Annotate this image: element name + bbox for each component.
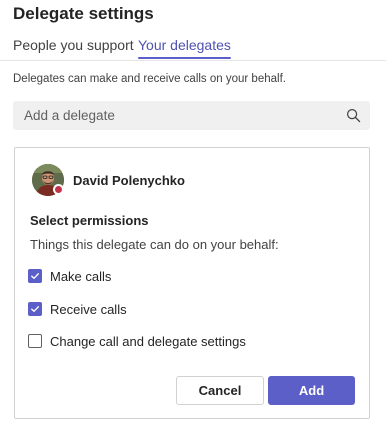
permission-change-settings[interactable]: Change call and delegate settings: [28, 332, 246, 350]
permission-receive-calls[interactable]: Receive calls: [28, 300, 127, 318]
delegate-name: David Polenychko: [73, 173, 185, 188]
delegate-card: David Polenychko Select permissions Thin…: [14, 147, 370, 419]
tab-your-delegates[interactable]: Your delegates: [138, 37, 231, 59]
checkbox-receive-calls[interactable]: [28, 302, 42, 316]
add-delegate-search: [13, 101, 370, 130]
checkmark-icon: [31, 306, 39, 312]
permission-label: Make calls: [50, 268, 112, 284]
description-text: Delegates can make and receive calls on …: [13, 73, 286, 85]
add-button[interactable]: Add: [268, 376, 355, 405]
permission-make-calls[interactable]: Make calls: [28, 267, 111, 285]
tabs-divider: [0, 60, 386, 61]
checkbox-change-settings[interactable]: [28, 334, 42, 348]
page-title: Delegate settings: [13, 4, 154, 23]
checkmark-icon: [31, 273, 39, 279]
search-icon[interactable]: [346, 108, 361, 123]
permissions-heading: Select permissions: [30, 213, 149, 228]
cancel-button[interactable]: Cancel: [176, 376, 264, 405]
permissions-subtitle: Things this delegate can do on your beha…: [30, 237, 279, 252]
presence-busy-indicator: [53, 184, 64, 195]
checkbox-make-calls[interactable]: [28, 269, 42, 283]
tab-people-you-support[interactable]: People you support: [13, 37, 134, 53]
permission-label: Receive calls: [50, 301, 127, 317]
add-delegate-input[interactable]: [13, 101, 370, 130]
permission-label: Change call and delegate settings: [50, 333, 246, 349]
